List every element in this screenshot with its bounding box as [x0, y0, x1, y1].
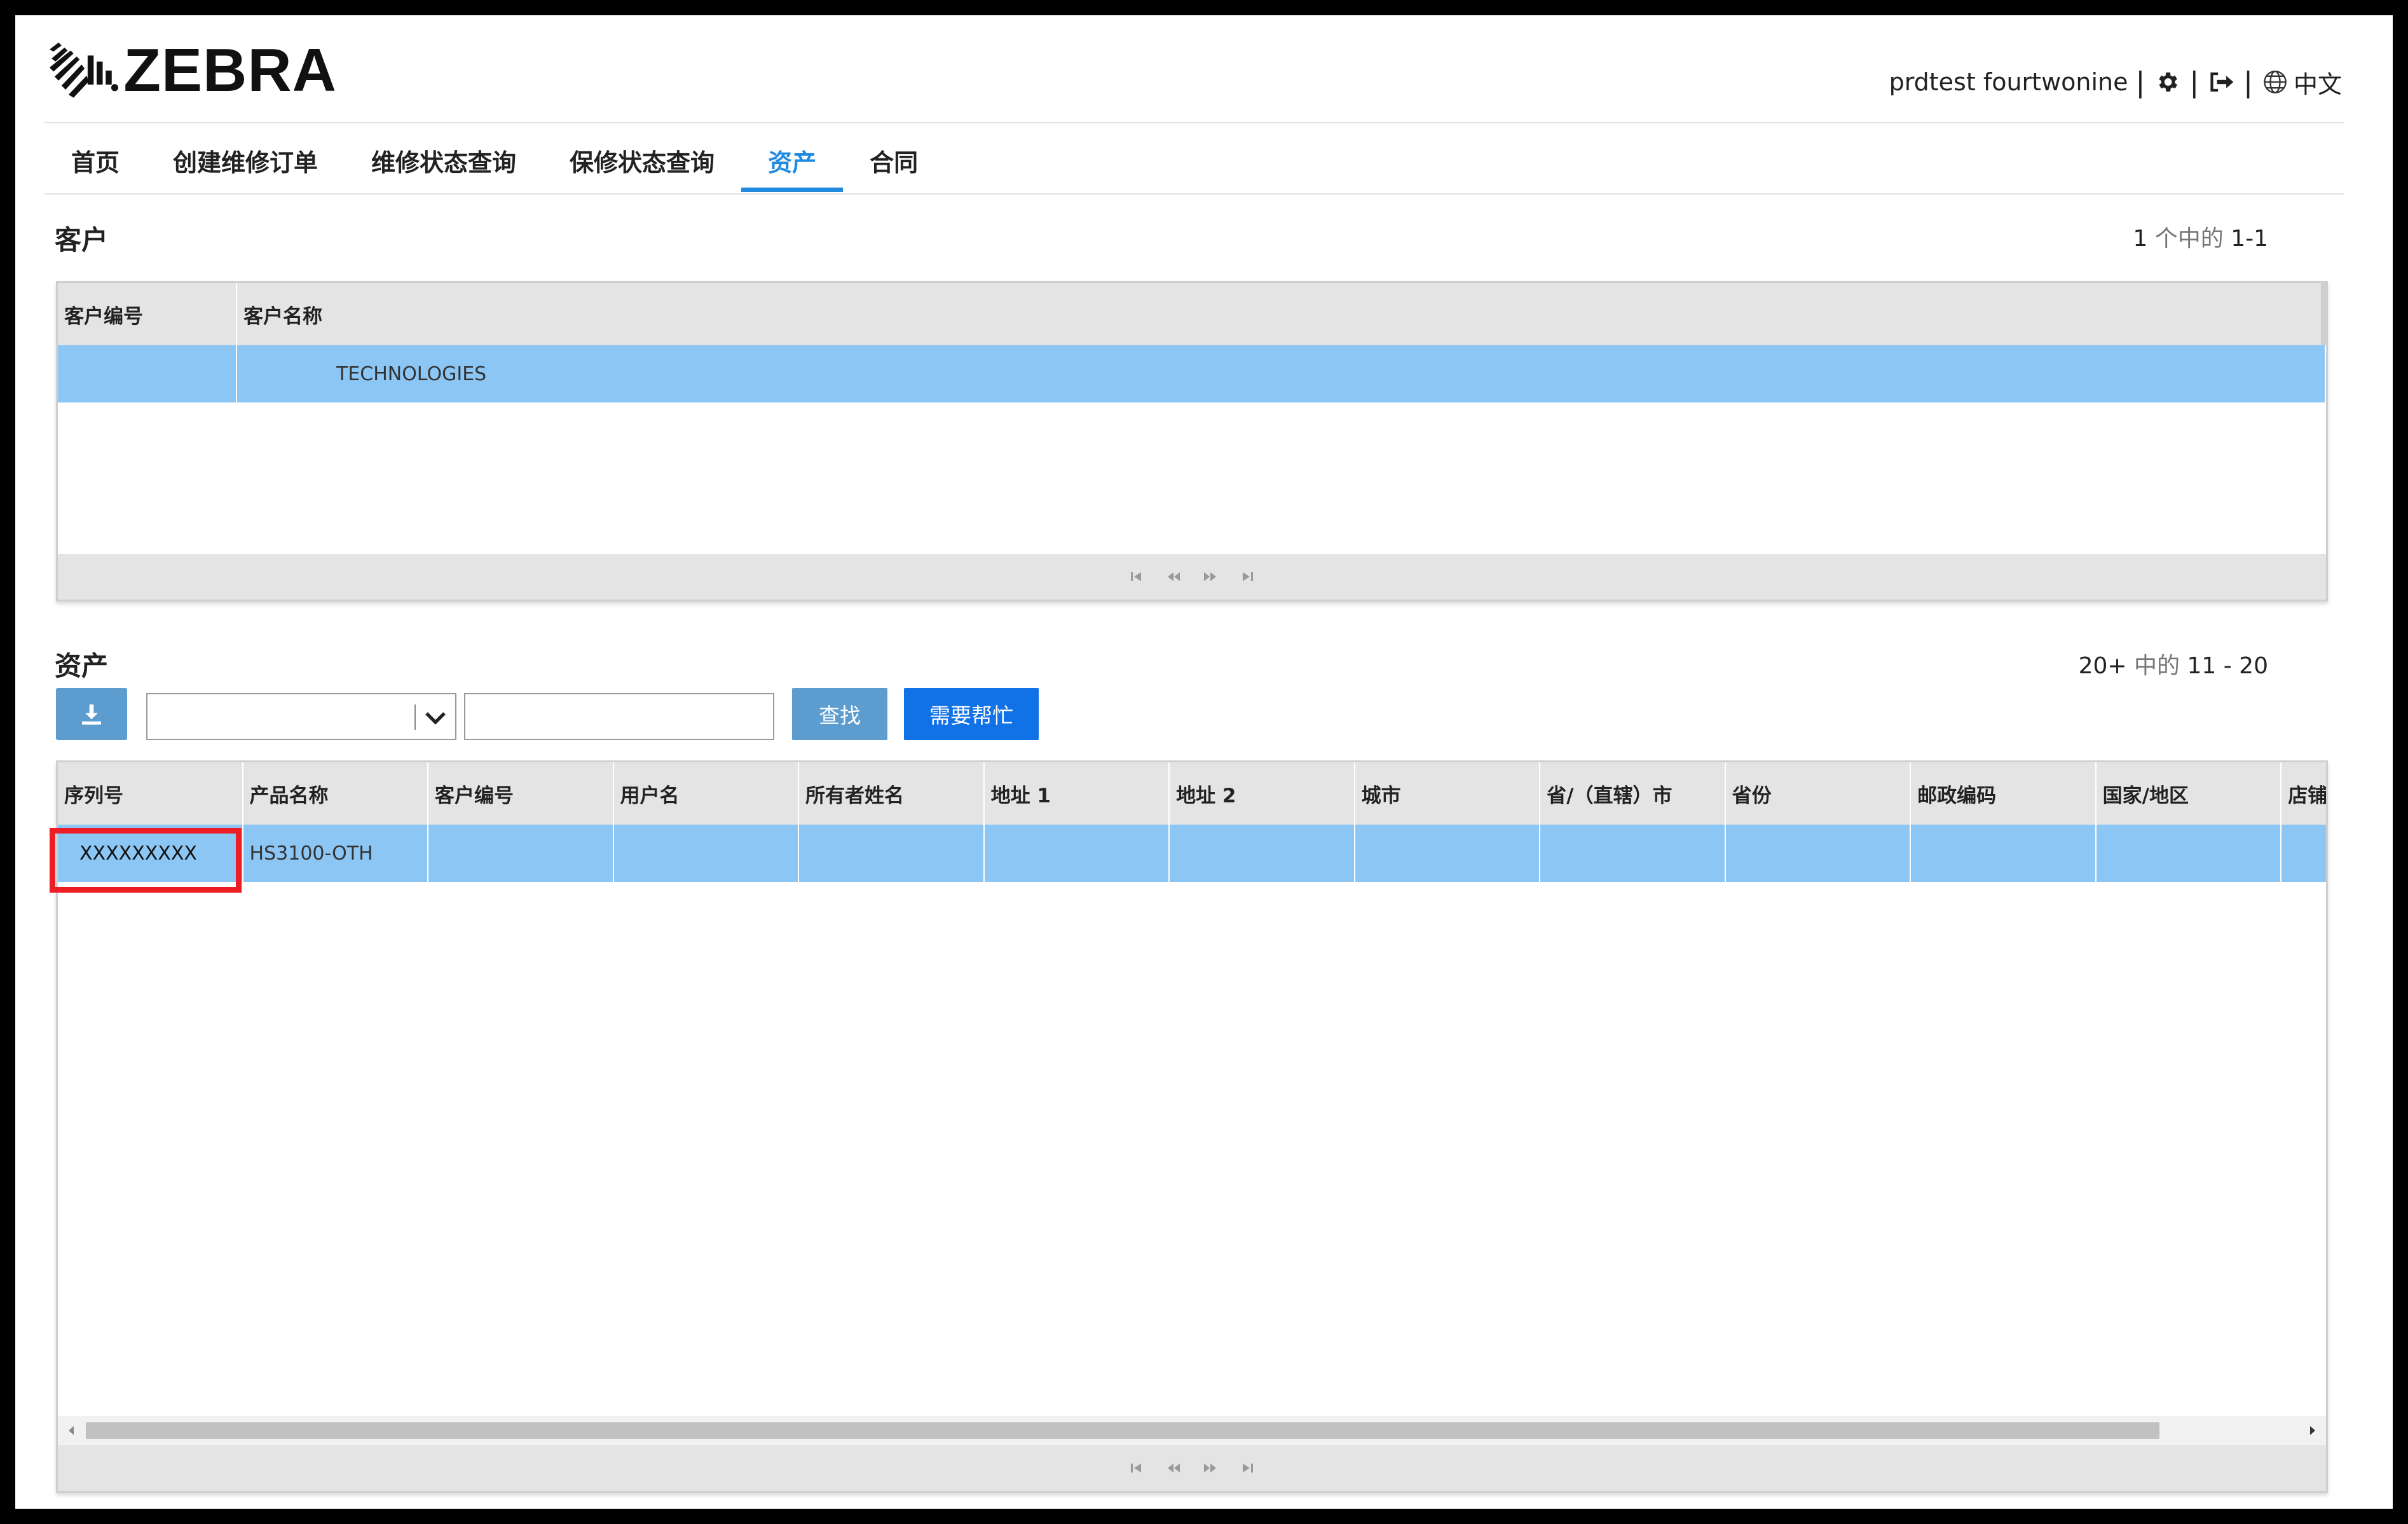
store-cell [2281, 825, 2326, 882]
separator: | [2189, 65, 2199, 99]
column-header[interactable]: 地址 2 [1170, 762, 1355, 825]
brand-name: ZEBRA [123, 36, 337, 104]
scroll-left-icon[interactable] [62, 1421, 81, 1440]
nav-divider [44, 193, 2344, 195]
search-button[interactable]: 查找 [792, 688, 887, 740]
column-header[interactable]: 省/（直辖）市 [1540, 762, 1726, 825]
column-header[interactable]: 城市 [1355, 762, 1541, 825]
assets-grid: 序列号 产品名称 客户编号 用户名 所有者姓名 地址 1 地址 2 城市 省/（… [56, 760, 2328, 1493]
customer-name-cell: TECHNOLOGIES [237, 345, 2326, 402]
pager-range: 11 - 20 [2187, 653, 2269, 679]
nav-repair-status[interactable]: 维修状态查询 [345, 128, 543, 192]
search-field-select[interactable] [146, 693, 456, 740]
table-row[interactable]: TECHNOLOGIES [58, 345, 2326, 402]
separator: | [2135, 65, 2145, 99]
owner-cell [799, 825, 985, 882]
header-divider [44, 122, 2344, 123]
pager-count: 1 [2133, 226, 2148, 252]
address2-cell [1170, 825, 1355, 882]
address1-cell [985, 825, 1170, 882]
pager-of: 个中的 [2154, 226, 2224, 252]
horizontal-scrollbar[interactable] [58, 1416, 2326, 1445]
main-nav: 首页 创建维修订单 维修状态查询 保修状态查询 资产 合同 [44, 128, 945, 192]
assets-grid-header: 序列号 产品名称 客户编号 用户名 所有者姓名 地址 1 地址 2 城市 省/（… [58, 762, 2326, 825]
province-city-cell [1540, 825, 1726, 882]
pager-range: 1-1 [2231, 226, 2268, 252]
logout-icon[interactable] [2206, 67, 2236, 97]
username-label[interactable]: prdtest fourtwonine [1889, 68, 2128, 96]
column-header[interactable]: 客户编号 [428, 762, 614, 825]
province-cell [1726, 825, 1912, 882]
postal-cell [1911, 825, 2097, 882]
country-cell [2097, 825, 2282, 882]
nav-create-repair-order[interactable]: 创建维修订单 [146, 128, 345, 192]
next-page-icon[interactable] [1201, 567, 1220, 586]
username-cell [614, 825, 800, 882]
customers-grid: 客户编号 客户名称 TECHNOLOGIES [56, 281, 2328, 601]
column-header[interactable]: 用户名 [614, 762, 800, 825]
column-header[interactable]: 地址 1 [985, 762, 1170, 825]
prev-page-icon[interactable] [1164, 1459, 1183, 1478]
prev-page-icon[interactable] [1164, 567, 1183, 586]
serial-cell: XXXXXXXXX [58, 825, 243, 882]
assets-title: 资产 [55, 650, 109, 682]
customers-grid-header: 客户编号 客户名称 [58, 283, 2326, 345]
first-page-icon[interactable] [1127, 1459, 1146, 1478]
product-cell: HS3100-OTH [243, 825, 429, 882]
scrollbar-thumb[interactable] [86, 1422, 2159, 1439]
customer-number-cell [428, 825, 614, 882]
column-header[interactable]: 客户编号 [58, 283, 237, 345]
download-button[interactable] [56, 688, 127, 740]
column-header[interactable]: 序列号 [58, 762, 243, 825]
zebra-logo[interactable]: ZEBRA [44, 23, 337, 118]
nav-assets[interactable]: 资产 [741, 128, 844, 192]
column-header[interactable]: 国家/地区 [2097, 762, 2282, 825]
assets-pager-summary: 20+ 中的 11 - 20 [2079, 647, 2268, 680]
assets-pagination [58, 1445, 2326, 1491]
pager-of: 中的 [2134, 653, 2180, 679]
next-page-icon[interactable] [1201, 1459, 1220, 1478]
customers-pagination [58, 554, 2326, 600]
page-frame: ZEBRA prdtest fourtwonine | | | 中文 首页 创建… [15, 15, 2393, 1509]
customers-pager-summary: 1 个中的 1-1 [2133, 220, 2268, 253]
last-page-icon[interactable] [1238, 1459, 1257, 1478]
column-header[interactable]: 邮政编码 [1911, 762, 2097, 825]
scroll-right-icon[interactable] [2303, 1421, 2322, 1440]
help-button[interactable]: 需要帮忙 [904, 688, 1039, 740]
nav-warranty-status[interactable]: 保修状态查询 [543, 128, 741, 192]
pager-count: 20+ [2078, 653, 2127, 679]
column-header[interactable]: 省份 [1726, 762, 1912, 825]
user-bar: prdtest fourtwonine | | | 中文 [1889, 53, 2342, 111]
gear-icon[interactable] [2152, 67, 2182, 97]
separator: | [2243, 65, 2253, 99]
last-page-icon[interactable] [1238, 567, 1257, 586]
select-divider [414, 704, 416, 730]
search-input[interactable] [464, 693, 774, 740]
chevron-down-icon [425, 712, 446, 725]
column-header[interactable]: 客户名称 [237, 283, 2326, 345]
table-row[interactable]: XXXXXXXXX HS3100-OTH [58, 825, 2326, 882]
column-header[interactable]: 所有者姓名 [799, 762, 985, 825]
nav-home[interactable]: 首页 [44, 128, 146, 192]
globe-icon[interactable] [2261, 67, 2290, 97]
language-selector[interactable]: 中文 [2294, 65, 2342, 100]
nav-contracts[interactable]: 合同 [843, 128, 945, 192]
download-icon [82, 704, 101, 725]
customer-number-cell [58, 345, 237, 402]
customers-title: 客户 [55, 224, 109, 256]
column-header[interactable]: 店铺 [2281, 762, 2326, 825]
column-header[interactable]: 产品名称 [243, 762, 429, 825]
first-page-icon[interactable] [1127, 567, 1146, 586]
city-cell [1355, 825, 1541, 882]
zebra-head-icon [49, 42, 118, 98]
